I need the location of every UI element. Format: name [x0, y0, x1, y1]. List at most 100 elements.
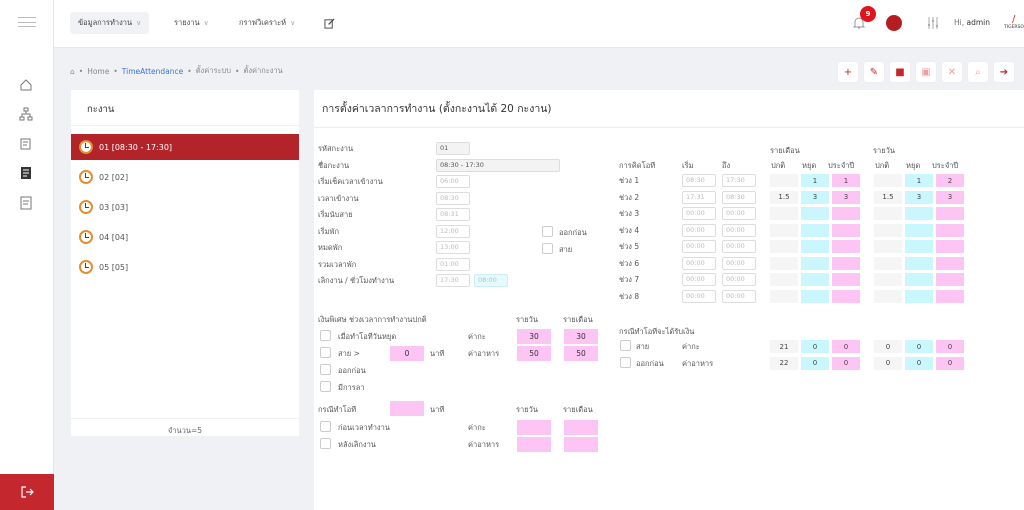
- time-input[interactable]: 01:00: [436, 257, 470, 271]
- ot-rate-daily[interactable]: 2: [936, 174, 964, 187]
- menu-work-data[interactable]: ข้อมูลการทำงาน ∨: [70, 12, 150, 34]
- pay-daily[interactable]: 0: [936, 340, 964, 353]
- edit-icon[interactable]: [324, 12, 335, 34]
- cancel-button[interactable]: ✕: [942, 62, 962, 82]
- ot-start-input[interactable]: 00:00: [682, 273, 716, 286]
- menu-report[interactable]: รายงาน ∨: [174, 12, 209, 34]
- food-fee-daily[interactable]: 50: [517, 346, 551, 361]
- ot-food-fee-monthly[interactable]: [564, 437, 598, 452]
- home-icon[interactable]: [18, 77, 34, 93]
- early-out-checkbox[interactable]: [320, 364, 331, 375]
- ot-end-input[interactable]: 00:00: [722, 256, 756, 270]
- ot-rate-daily[interactable]: [874, 256, 902, 270]
- ot-shift-fee-daily[interactable]: [517, 420, 551, 435]
- ot-end-input[interactable]: 17:30: [722, 174, 756, 187]
- ot-rate-monthly[interactable]: [770, 207, 798, 220]
- ot-rate-monthly[interactable]: 3: [801, 190, 829, 204]
- ot-rate-monthly[interactable]: [832, 240, 860, 253]
- ot-start-input[interactable]: 08:30: [682, 174, 716, 187]
- shift-fee-daily[interactable]: 30: [517, 329, 551, 344]
- pay-monthly[interactable]: 0: [801, 356, 829, 370]
- pay-daily[interactable]: 0: [874, 356, 902, 370]
- ot-end-input[interactable]: 00:00: [722, 273, 756, 286]
- time-input[interactable]: 17:30: [436, 274, 470, 287]
- ot-rate-monthly[interactable]: [770, 256, 798, 270]
- shift-item[interactable]: 01 [08:30 - 17:30]: [71, 134, 299, 160]
- ot-rate-daily[interactable]: [936, 223, 964, 237]
- ot-rate-monthly[interactable]: 1: [801, 174, 829, 187]
- ot-end-input[interactable]: 00:00: [722, 289, 756, 303]
- late-minutes-input[interactable]: 0: [390, 346, 424, 361]
- breadcrumb-home[interactable]: Home: [87, 67, 109, 76]
- ot-rate-daily[interactable]: 1: [905, 174, 933, 187]
- document-icon[interactable]: [18, 165, 34, 181]
- ot-rate-daily[interactable]: [874, 174, 902, 187]
- work-hours-input[interactable]: 08:00: [474, 274, 508, 287]
- ot-rate-monthly[interactable]: [770, 174, 798, 187]
- pay-daily[interactable]: 0: [874, 340, 902, 353]
- ot-rate-daily[interactable]: [874, 207, 902, 220]
- search-button[interactable]: ⌕: [968, 62, 988, 82]
- ot-rate-monthly[interactable]: [770, 223, 798, 237]
- ot-start-input[interactable]: 00:00: [682, 256, 716, 270]
- ot-start-input[interactable]: 17:31: [682, 190, 716, 204]
- pay-checkbox[interactable]: [620, 340, 631, 351]
- after-work-checkbox[interactable]: [320, 438, 331, 449]
- menu-icon[interactable]: [18, 17, 36, 27]
- ot-rate-daily[interactable]: [874, 289, 902, 303]
- ot-shift-fee-monthly[interactable]: [564, 420, 598, 435]
- ot-rate-monthly[interactable]: [832, 207, 860, 220]
- ot-end-input[interactable]: 00:00: [722, 207, 756, 220]
- shift-item[interactable]: 03 [03]: [71, 194, 299, 220]
- pay-checkbox[interactable]: [620, 356, 631, 368]
- ot-rate-monthly[interactable]: [832, 223, 860, 237]
- ot-rate-monthly[interactable]: 1.5: [770, 190, 798, 204]
- ot-end-input[interactable]: 00:00: [722, 240, 756, 253]
- ot-minutes-input[interactable]: [390, 401, 424, 416]
- shift-item[interactable]: 02 [02]: [71, 164, 299, 190]
- ot-rate-daily[interactable]: [905, 256, 933, 270]
- ot-rate-monthly[interactable]: 1: [832, 174, 860, 187]
- ot-start-input[interactable]: 00:00: [682, 240, 716, 253]
- leave-checkbox[interactable]: [320, 381, 331, 392]
- time-input[interactable]: 12:00: [436, 224, 470, 238]
- ot-rate-daily[interactable]: 3: [905, 190, 933, 204]
- holiday-ot-checkbox[interactable]: [320, 330, 331, 341]
- pay-daily[interactable]: 0: [905, 356, 933, 370]
- ot-rate-monthly[interactable]: [832, 256, 860, 270]
- ot-rate-monthly[interactable]: [770, 289, 798, 303]
- breadcrumb-section[interactable]: TimeAttendance: [122, 67, 183, 76]
- early-out-checkbox[interactable]: [542, 226, 553, 237]
- ot-end-input[interactable]: 00:00: [722, 223, 756, 237]
- ot-end-input[interactable]: 08:30: [722, 190, 756, 204]
- edit-button[interactable]: ✎: [864, 62, 884, 82]
- ot-rate-monthly[interactable]: [801, 256, 829, 270]
- shift-item[interactable]: 04 [04]: [71, 224, 299, 250]
- ot-rate-daily[interactable]: [905, 207, 933, 220]
- report-icon[interactable]: [18, 195, 34, 211]
- time-input[interactable]: 06:00: [436, 175, 470, 188]
- ot-rate-monthly[interactable]: [770, 273, 798, 286]
- ot-rate-monthly[interactable]: [832, 273, 860, 286]
- pay-daily[interactable]: 0: [936, 356, 964, 370]
- ot-rate-daily[interactable]: [905, 289, 933, 303]
- ot-rate-monthly[interactable]: [770, 240, 798, 253]
- time-input[interactable]: 08:30: [436, 191, 470, 205]
- pay-daily[interactable]: 0: [905, 340, 933, 353]
- ot-rate-daily[interactable]: [905, 273, 933, 286]
- ot-rate-daily[interactable]: [905, 240, 933, 253]
- ot-rate-monthly[interactable]: 3: [832, 190, 860, 204]
- ot-rate-daily[interactable]: [936, 240, 964, 253]
- settings-sliders-icon[interactable]: [926, 16, 940, 32]
- pay-monthly[interactable]: 22: [770, 356, 798, 370]
- ot-rate-daily[interactable]: [874, 240, 902, 253]
- time-input[interactable]: 13:00: [436, 241, 470, 254]
- ot-rate-daily[interactable]: [936, 207, 964, 220]
- pay-monthly[interactable]: 21: [770, 340, 798, 353]
- ot-rate-daily[interactable]: [874, 223, 902, 237]
- org-chart-icon[interactable]: [18, 106, 34, 122]
- home-icon[interactable]: ⌂: [70, 67, 75, 76]
- pay-monthly[interactable]: 0: [832, 356, 860, 370]
- logout-button[interactable]: [0, 474, 54, 510]
- ot-start-input[interactable]: 00:00: [682, 289, 716, 303]
